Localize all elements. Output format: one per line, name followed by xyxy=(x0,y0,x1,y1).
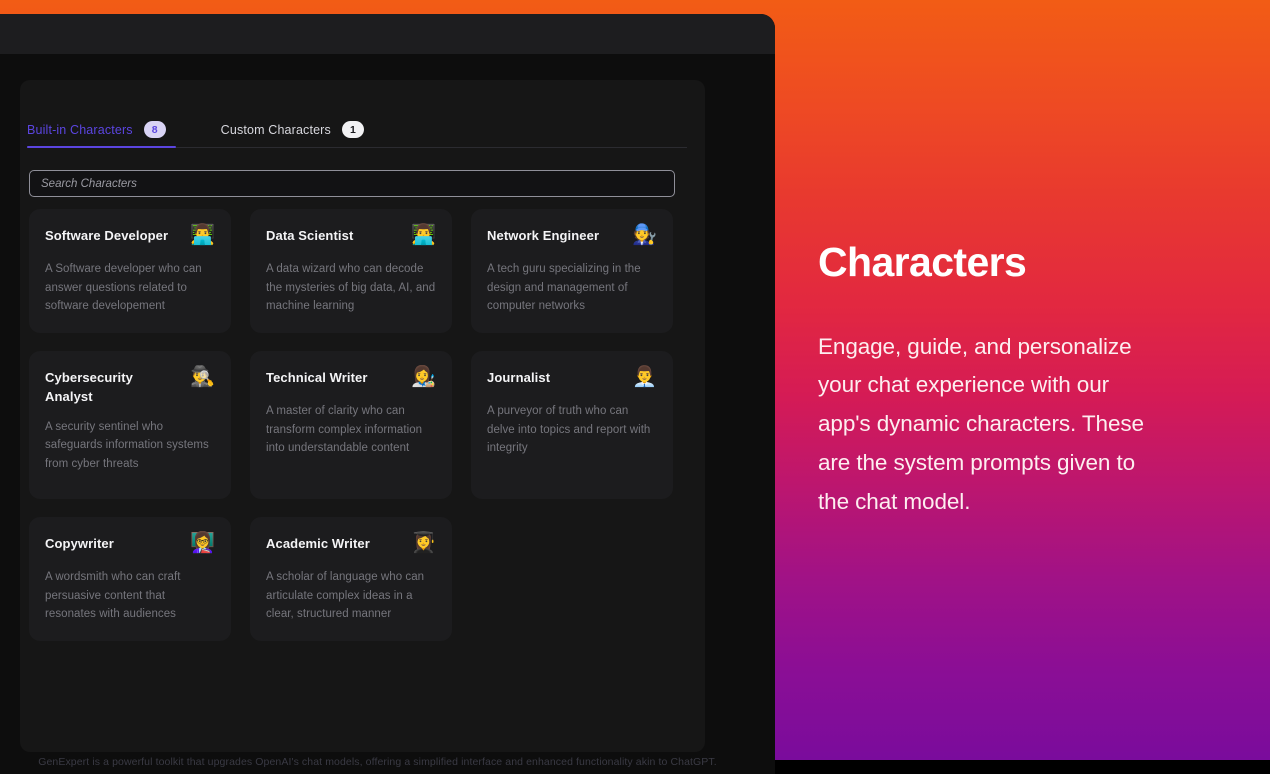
tab-count-badge: 1 xyxy=(342,121,364,138)
journalist-emoji: 👨‍💼 xyxy=(632,367,657,387)
card-header: Software Developer 👨‍💻 xyxy=(45,227,215,249)
tab-bar: Built-in Characters 8 Custom Characters 1 xyxy=(27,112,687,148)
character-description: A data wizard who can decode the mysteri… xyxy=(266,260,436,316)
character-description: A scholar of language who can articulate… xyxy=(266,568,436,624)
character-title: Copywriter xyxy=(45,535,114,554)
software-developer-emoji: 👨‍💻 xyxy=(190,225,215,245)
tab-label: Built-in Characters xyxy=(27,123,133,137)
character-card[interactable]: Academic Writer 👩‍🎓 A scholar of language … xyxy=(250,517,452,641)
character-title: Network Engineer xyxy=(487,227,599,246)
character-title: Software Developer xyxy=(45,227,168,246)
tab-count-badge: 8 xyxy=(144,121,166,138)
academic-writer-emoji: 👩‍🎓 xyxy=(411,533,436,553)
character-title: Journalist xyxy=(487,369,550,388)
character-description: A master of clarity who can transform co… xyxy=(266,402,436,458)
copywriter-emoji: 👩‍🏫 xyxy=(190,533,215,553)
character-description: A Software developer who can answer ques… xyxy=(45,260,215,316)
character-description: A wordsmith who can craft persuasive con… xyxy=(45,568,215,624)
characters-panel: Built-in Characters 8 Custom Characters 1 S… xyxy=(20,80,705,752)
card-header: Academic Writer 👩‍🎓 xyxy=(266,535,436,557)
card-header: Cybersecurity Analyst 🕵️‍♂️ xyxy=(45,369,215,407)
card-header: Journalist 👨‍💼 xyxy=(487,369,657,391)
hero-panel: Characters Engage, guide, and personaliz… xyxy=(818,0,1218,760)
character-title: Academic Writer xyxy=(266,535,370,554)
hero-title: Characters xyxy=(818,239,1218,286)
cybersecurity-analyst-emoji: 🕵️‍♂️ xyxy=(190,367,215,387)
character-card[interactable]: Network Engineer 🧑‍🔧 A tech guru specializ… xyxy=(471,209,673,333)
hero-body-text: Engage, guide, and personalize your chat… xyxy=(818,328,1148,521)
window-title-bar xyxy=(0,14,775,54)
character-title: Data Scientist xyxy=(266,227,353,246)
tab-label: Custom Characters xyxy=(221,123,331,137)
character-title: Technical Writer xyxy=(266,369,368,388)
footer-note: GenExpert is a powerful toolkit that upg… xyxy=(0,756,765,768)
network-engineer-emoji: 🧑‍🔧 xyxy=(632,225,657,245)
character-title: Cybersecurity Analyst xyxy=(45,369,177,407)
tab-custom-characters[interactable]: Custom Characters 1 xyxy=(221,112,374,147)
data-scientist-emoji: 👨‍💻 xyxy=(411,225,436,245)
card-header: Data Scientist 👨‍💻 xyxy=(266,227,436,249)
card-header: Network Engineer 🧑‍🔧 xyxy=(487,227,657,249)
search-input[interactable] xyxy=(29,170,675,197)
character-description: A tech guru specializing in the design a… xyxy=(487,260,657,316)
character-card-grid: Software Developer 👨‍💻 A Software develope… xyxy=(29,209,685,641)
character-card[interactable]: Cybersecurity Analyst 🕵️‍♂️ A security sen… xyxy=(29,351,231,499)
technical-writer-emoji: 👩‍🎨 xyxy=(411,367,436,387)
app-window: Built-in Characters 8 Custom Characters 1 S… xyxy=(0,14,775,774)
search-row xyxy=(29,170,675,197)
card-header: Copywriter 👩‍🏫 xyxy=(45,535,215,557)
character-card[interactable]: Data Scientist 👨‍💻 A data wizard who can d… xyxy=(250,209,452,333)
character-card[interactable]: Technical Writer 👩‍🎨 A master of clarity w… xyxy=(250,351,452,499)
character-card[interactable]: Software Developer 👨‍💻 A Software develope… xyxy=(29,209,231,333)
character-description: A security sentinel who safeguards infor… xyxy=(45,418,215,474)
tab-built-in-characters[interactable]: Built-in Characters 8 xyxy=(27,112,176,147)
card-header: Technical Writer 👩‍🎨 xyxy=(266,369,436,391)
character-card[interactable]: Journalist 👨‍💼 A purveyor of truth who can… xyxy=(471,351,673,499)
character-card[interactable]: Copywriter 👩‍🏫 A wordsmith who can craft p… xyxy=(29,517,231,641)
character-description: A purveyor of truth who can delve into t… xyxy=(487,402,657,458)
